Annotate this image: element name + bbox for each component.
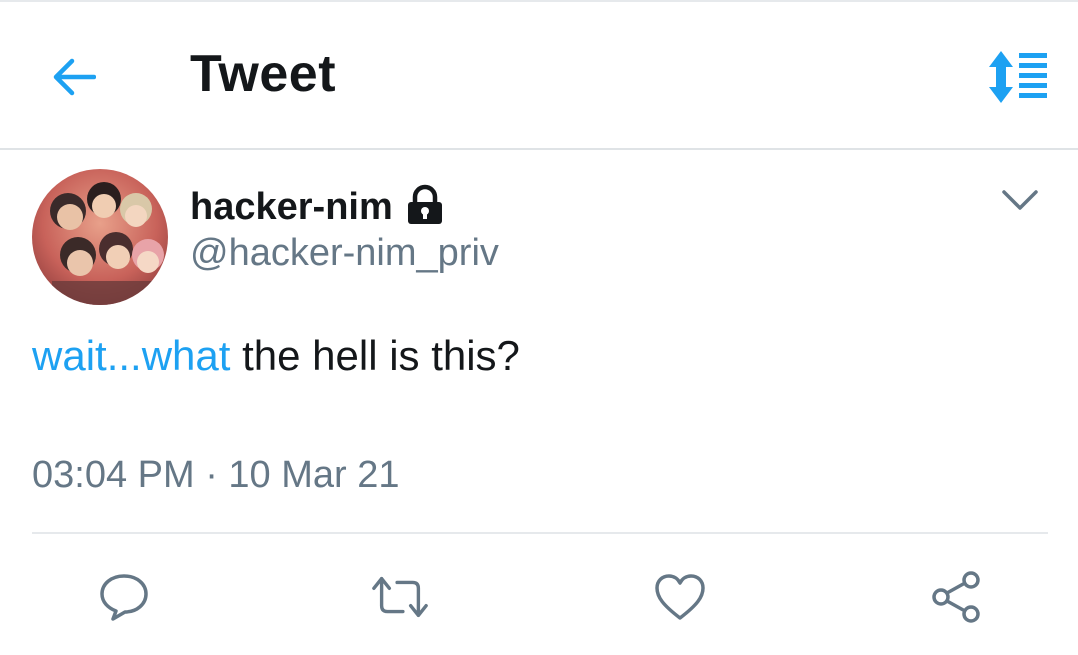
reply-button[interactable] xyxy=(94,568,154,626)
sort-lines-icon xyxy=(989,51,1047,103)
share-icon xyxy=(932,571,980,623)
tweet-text-rest: the hell is this? xyxy=(230,332,520,379)
like-button[interactable] xyxy=(650,568,710,626)
retweet-button[interactable] xyxy=(370,568,430,626)
retweet-icon xyxy=(372,576,428,618)
author-handle[interactable]: @hacker-nim_priv xyxy=(190,232,499,275)
avatar-image xyxy=(32,169,168,305)
tweet-menu-button[interactable] xyxy=(996,180,1044,220)
arrow-left-icon xyxy=(53,58,96,96)
back-button[interactable] xyxy=(44,50,102,104)
chevron-down-icon xyxy=(1002,190,1038,210)
author-name[interactable]: hacker-nim xyxy=(190,186,393,229)
share-button[interactable] xyxy=(926,568,986,626)
tweet-timestamp: 03:04 PM · 10 Mar 21 xyxy=(32,454,400,496)
tweet-text-link[interactable]: wait...what xyxy=(32,332,230,379)
tweet-text: wait...what the hell is this? xyxy=(32,332,520,380)
sort-button[interactable] xyxy=(980,44,1052,110)
avatar[interactable] xyxy=(32,169,168,305)
heart-icon xyxy=(655,574,705,620)
app-header: Tweet xyxy=(0,2,1078,148)
actions-divider xyxy=(32,532,1048,534)
header-divider xyxy=(0,148,1078,150)
page-title: Tweet xyxy=(190,45,337,103)
lock-icon xyxy=(408,184,442,224)
comment-icon xyxy=(100,574,148,621)
